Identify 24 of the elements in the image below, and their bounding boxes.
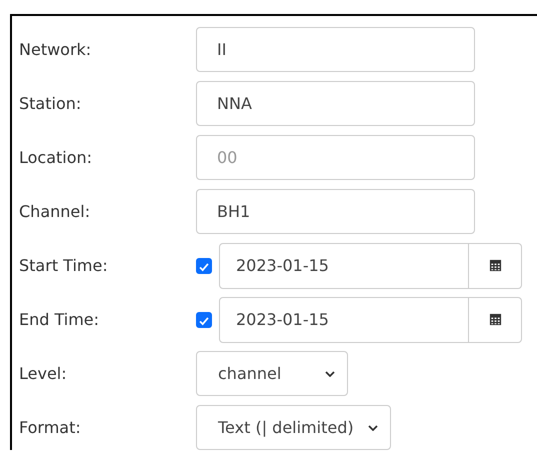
field-label: Level: — [19, 364, 68, 383]
field-label: Channel: — [19, 202, 92, 221]
checkbox[interactable] — [196, 312, 212, 328]
field-label: Station: — [19, 94, 82, 113]
chevron-icon — [368, 424, 378, 430]
field-label: Format: — [19, 418, 82, 437]
input-field[interactable]: BH1 — [196, 189, 475, 234]
field-label: End Time: — [19, 310, 100, 329]
input-field[interactable]: II — [196, 27, 475, 72]
date-field[interactable]: 2023-01-15 — [219, 242, 469, 288]
date-field[interactable]: 2023-01-15 — [219, 296, 469, 342]
input-field[interactable]: 00 — [196, 135, 475, 180]
chevron-icon — [325, 370, 335, 376]
calendar-icon — [488, 313, 502, 326]
calendar-icon — [488, 259, 502, 272]
dropdown[interactable]: Text (| delimited) — [196, 405, 391, 450]
field-label: Location: — [19, 148, 94, 167]
calendar-button[interactable] — [469, 296, 522, 342]
input-field[interactable]: NNA — [196, 81, 475, 126]
field-label: Start Time: — [19, 256, 109, 275]
calendar-button[interactable] — [469, 242, 522, 288]
field-label: Network: — [19, 40, 92, 59]
checkbox[interactable] — [196, 258, 212, 274]
dropdown[interactable]: channel — [196, 351, 348, 396]
